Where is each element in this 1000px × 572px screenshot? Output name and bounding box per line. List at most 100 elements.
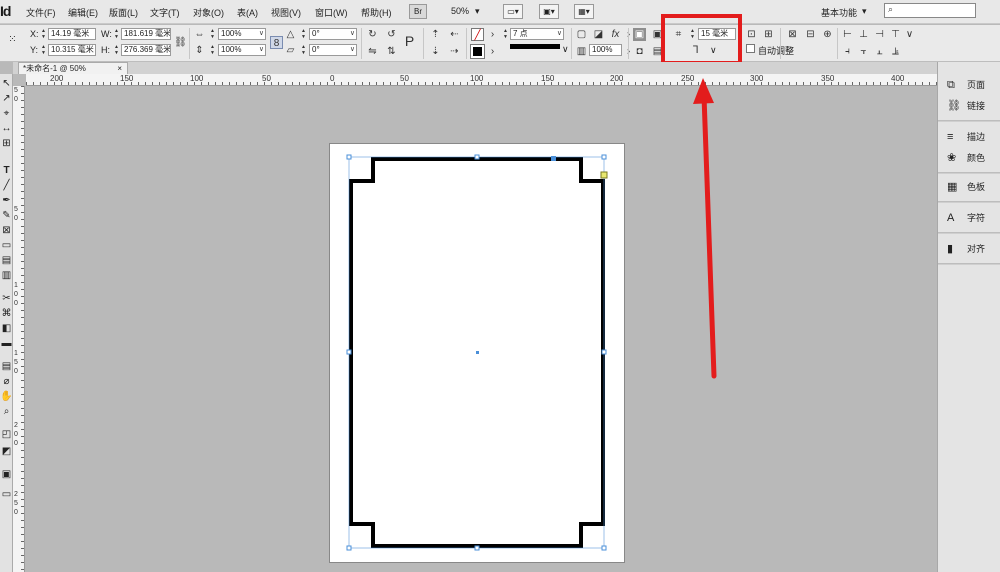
pencil-tool-icon[interactable]: ✎ (0, 208, 13, 223)
panel-character[interactable]: A 字符 (938, 207, 1000, 229)
chevron-down-icon[interactable]: ∨ (557, 29, 562, 39)
panel-stroke[interactable]: ≡ 描边 (938, 126, 1000, 148)
y-spinner[interactable]: ▲ ▼ (40, 44, 47, 56)
scale-y-spinner[interactable]: ▲ ▼ (209, 44, 216, 56)
x-field[interactable]: 14.19 毫米 (48, 28, 96, 40)
w-field[interactable]: 181.619 毫米 (121, 28, 171, 40)
fill-stroke-icon[interactable]: ◩ (0, 444, 13, 459)
stroke-type-sample[interactable] (510, 44, 560, 49)
rotate-spinner[interactable]: ▲ ▼ (300, 28, 307, 40)
view-options-icon[interactable]: ▭▾ (503, 4, 523, 19)
zoom-tool-icon[interactable]: ⌕ (0, 404, 13, 419)
stroke-weight-field[interactable]: 7 点 ∨ (510, 28, 564, 40)
rectangle-tool-icon[interactable]: ▭ (0, 238, 13, 253)
vertical-grid-icon[interactable]: ▥ (0, 268, 13, 283)
menu-table[interactable]: 表(A) (237, 6, 258, 19)
content-collector-icon[interactable]: ⊞ (0, 136, 13, 151)
align-center-icon[interactable]: ⊥ (857, 28, 870, 41)
selection-tool-icon[interactable]: ↖ (0, 76, 13, 91)
constrain-scale-icon[interactable]: 8 (270, 36, 283, 49)
h-field[interactable]: 276.369 毫米 (121, 44, 171, 56)
panel-links[interactable]: ⛓ 链接 (938, 95, 1000, 117)
select-container-icon[interactable]: ⇡ (429, 28, 442, 41)
panel-swatches[interactable]: ▦ 色板 (938, 176, 1000, 198)
rotate-cw-icon[interactable]: ↻ (366, 28, 379, 41)
chevron-down-icon[interactable]: ∨ (350, 45, 355, 55)
opacity-field[interactable]: 100% (589, 44, 622, 56)
menu-object[interactable]: 对象(O) (193, 6, 224, 19)
pen-tool-icon[interactable]: ✒ (0, 193, 13, 208)
menu-window[interactable]: 窗口(W) (315, 6, 348, 19)
workspace-switcher[interactable]: 基本功能 (821, 6, 857, 19)
menu-type[interactable]: 文字(T) (150, 6, 180, 19)
constrain-proportions-icon[interactable]: ⛓ (174, 36, 187, 49)
horizontal-grid-icon[interactable]: ▤ (0, 253, 13, 268)
hand-tool-icon[interactable]: ✋ (0, 389, 13, 404)
align-left-icon[interactable]: ⊢ (841, 28, 854, 41)
eyedropper-tool-icon[interactable]: ⌀ (0, 374, 13, 389)
scale-x-spinner[interactable]: ▲ ▼ (209, 28, 216, 40)
flip-vertical-icon[interactable]: ⇅ (385, 45, 398, 58)
format-container-icon[interactable]: ▣ (0, 467, 13, 482)
screen-mode-icon[interactable]: ▣▾ (539, 4, 559, 19)
zoom-dropdown-icon[interactable]: ▾ (475, 6, 480, 17)
select-previous-icon[interactable]: ⇠ (448, 28, 461, 41)
align-options-dropdown-icon[interactable]: ∨ (903, 28, 916, 41)
frame-tool-icon[interactable]: ⊠ (0, 223, 13, 238)
free-transform-tool-icon[interactable]: ⌘ (0, 306, 13, 321)
chevron-down-icon[interactable]: ∨ (259, 29, 264, 39)
shear-spinner[interactable]: ▲ ▼ (300, 44, 307, 56)
select-next-icon[interactable]: ⇢ (448, 45, 461, 58)
distribute-bottom-icon[interactable]: ⫡ (889, 45, 902, 58)
shear-field[interactable]: 0° ∨ (309, 44, 357, 56)
default-colors-icon[interactable]: ◰ (0, 427, 13, 442)
stroke-menu-arrow-icon[interactable]: › (486, 45, 499, 58)
stroke-swatch-black[interactable] (470, 44, 485, 59)
menu-file[interactable]: 文件(F) (26, 6, 56, 19)
bridge-button[interactable]: Br (409, 4, 427, 19)
fit-proportionally-icon[interactable]: ⊠ (786, 28, 799, 41)
zoom-level[interactable]: 50% (451, 6, 469, 16)
direct-selection-tool-icon[interactable]: ↗ (0, 91, 13, 106)
fit-content-frame-icon[interactable]: ⊡ (745, 28, 758, 41)
chevron-down-icon[interactable]: ∨ (350, 29, 355, 39)
gradient-swatch-tool-icon[interactable]: ◧ (0, 321, 13, 336)
select-content-icon[interactable]: ⇣ (429, 45, 442, 58)
effects-fx-icon[interactable]: fx (609, 28, 622, 41)
rotate-field[interactable]: 0° ∨ (309, 28, 357, 40)
fit-frame-content-icon[interactable]: ⊞ (762, 28, 775, 41)
drop-shadow-icon[interactable]: ▢ (575, 28, 588, 41)
note-tool-icon[interactable]: ▤ (0, 359, 13, 374)
inverse-rounded-frame[interactable] (330, 144, 626, 564)
stroke-type-dropdown-icon[interactable]: ∨ (562, 44, 569, 55)
h-spinner[interactable]: ▲ ▼ (113, 44, 120, 56)
menu-layout[interactable]: 版面(L) (109, 6, 138, 19)
gap-tool-icon[interactable]: ↔ (0, 121, 13, 136)
menu-view[interactable]: 视图(V) (271, 6, 301, 19)
fill-swatch-none[interactable]: ╱ (471, 28, 484, 41)
y-field[interactable]: 10.315 毫米 (48, 44, 96, 56)
menu-edit[interactable]: 编辑(E) (68, 6, 98, 19)
stroke-weight-spinner[interactable]: ▲ ▼ (502, 28, 509, 40)
pasteboard[interactable] (26, 87, 937, 572)
workspace-dropdown-icon[interactable]: ▾ (862, 6, 867, 17)
arrange-documents-icon[interactable]: ▦▾ (574, 4, 594, 19)
align-top-icon[interactable]: ⊤ (889, 28, 902, 41)
page-tool-icon[interactable]: ⌖ (0, 106, 13, 121)
scale-y-field[interactable]: 100% ∨ (218, 44, 266, 56)
close-icon[interactable]: × (117, 63, 122, 74)
stroke-inside-icon[interactable]: ▣ (633, 28, 646, 41)
scissors-tool-icon[interactable]: ✂ (0, 291, 13, 306)
menu-help[interactable]: 帮助(H) (361, 6, 392, 19)
line-tool-icon[interactable]: ╱ (0, 178, 13, 193)
panel-color[interactable]: ❀ 颜色 (938, 147, 1000, 169)
search-input[interactable]: ⌕ (884, 3, 976, 18)
scale-x-field[interactable]: 100% ∨ (218, 28, 266, 40)
gradient-feather-tool-icon[interactable]: ▬ (0, 336, 13, 351)
x-spinner[interactable]: ▲ ▼ (40, 28, 47, 40)
screen-mode-tool-icon[interactable]: ▭ (0, 487, 13, 502)
panel-align[interactable]: ▮ 对齐 (938, 238, 1000, 260)
fill-proportionally-icon[interactable]: ⊟ (804, 28, 817, 41)
center-content-icon[interactable]: ⊕ (821, 28, 834, 41)
fill-menu-arrow-icon[interactable]: › (486, 28, 499, 41)
